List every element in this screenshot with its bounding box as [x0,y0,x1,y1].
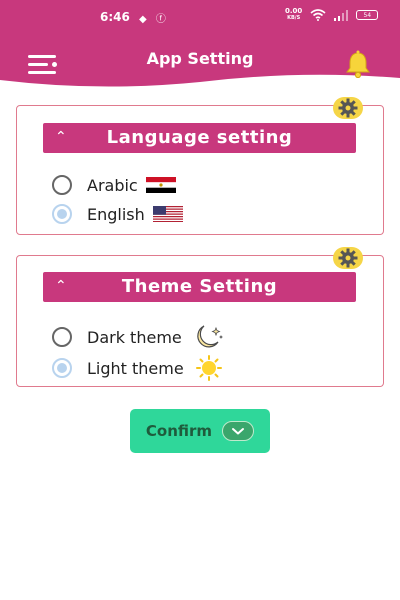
confirm-label: Confirm [145,422,213,440]
battery-icon: 54 [356,10,379,20]
sun-icon [195,355,222,381]
net-speed-value: 0.00 [285,7,303,15]
status-time: 6:46 [100,10,130,24]
language-settings-panel: ⌃ Language setting Arabic English [16,97,384,235]
egypt-flag-icon [145,177,176,193]
option-dark-theme-label: Dark theme [87,327,182,347]
option-english[interactable]: English [52,204,183,224]
theme-section-title: Theme Setting [121,276,278,297]
radio-arabic[interactable] [52,175,72,195]
signal-icon [334,9,349,21]
bell-icon[interactable] [343,50,373,78]
language-section-title: Language setting [106,127,293,148]
wifi-icon [310,9,326,21]
option-arabic-label: Arabic [87,175,138,195]
option-arabic[interactable]: Arabic [52,175,176,195]
radio-light-theme[interactable] [52,358,72,378]
radio-english[interactable] [52,204,72,224]
option-light-theme[interactable]: Light theme [52,355,226,381]
option-english-label: English [87,204,145,224]
status-right-group: 0.00 KB/S 54 [285,8,379,22]
radio-dark-theme[interactable] [52,327,72,347]
theme-section-header[interactable]: ⌃ Theme Setting [43,272,356,302]
check-icon [222,421,255,441]
us-flag-icon [152,206,183,222]
gear-icon [333,247,363,269]
network-speed: 0.00 KB/S [285,8,302,22]
language-section-header[interactable]: ⌃ Language setting [43,123,356,153]
option-dark-theme[interactable]: Dark theme [52,324,224,350]
page-title: App Setting [146,49,254,68]
confirm-button[interactable]: Confirm [130,409,270,453]
notification-icons: ◆ ⓕ [139,14,169,25]
gear-icon [333,97,363,119]
net-speed-unit: KB/S [287,15,301,21]
moon-icon [197,325,223,348]
app-header: 6:46 ◆ ⓕ 0.00 KB/S 54 App Setting [0,0,400,92]
option-light-theme-label: Light theme [87,358,184,378]
theme-settings-panel: ⌃ Theme Setting Dark theme Light theme [16,247,384,387]
